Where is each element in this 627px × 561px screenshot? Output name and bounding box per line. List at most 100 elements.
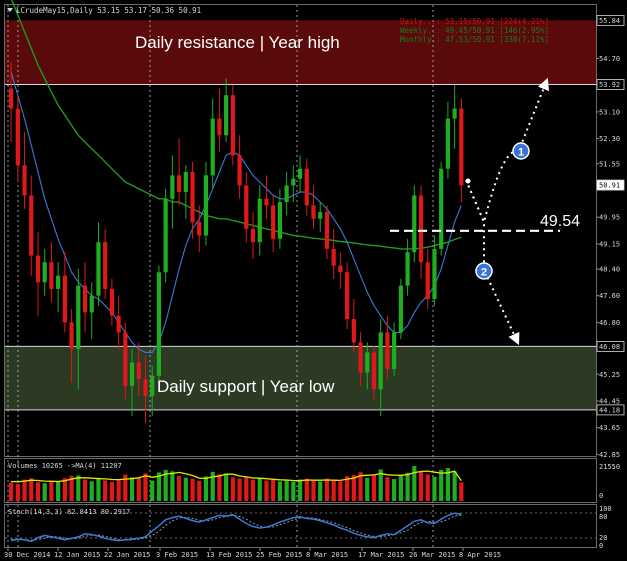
- candle-body: [338, 265, 343, 273]
- volume-bar: [190, 478, 195, 501]
- volume-bar: [49, 480, 54, 501]
- price-tick-label: 54.70: [599, 55, 620, 63]
- candle-body: [418, 195, 424, 263]
- candle-body: [156, 272, 162, 376]
- volume-bar: [284, 480, 289, 501]
- candle-body: [331, 248, 336, 266]
- candle-body: [177, 175, 182, 193]
- volume-bar: [177, 476, 182, 501]
- date-label: 8 Mar 2015: [306, 551, 348, 559]
- candle-body: [217, 118, 222, 136]
- scenario-origin-dot: [465, 178, 471, 184]
- candle-body: [103, 242, 108, 289]
- candle-body: [150, 375, 155, 396]
- stoch-title: Stoch(14,3,3) 82.8413 80.2917: [8, 508, 130, 516]
- candle-body: [163, 198, 168, 273]
- candle-body: [49, 262, 54, 289]
- volume-bar: [136, 478, 141, 501]
- volume-bar: [170, 471, 175, 501]
- info-row-2: Weekly..: 49.45/50.91 [146(2.95%]: [400, 26, 549, 35]
- chart-window: 49.54 1 2 Daily resistance | Year high D…: [0, 0, 627, 561]
- volume-bar: [203, 476, 209, 501]
- volume-bar: [9, 482, 14, 501]
- stoch-scale-bottom: 0: [599, 542, 603, 550]
- volume-bar: [271, 479, 276, 501]
- volume-bar: [116, 479, 121, 501]
- candle-body: [432, 248, 437, 299]
- candle-body: [170, 175, 175, 199]
- candle-body: [136, 362, 141, 380]
- scenario-1-number: 1: [518, 147, 524, 159]
- volume-bar: [338, 481, 343, 501]
- info-row-3: Monthly.: 47.53/50.91 [338(7.11%]: [400, 35, 549, 44]
- price-tick-label: 51.55: [599, 160, 620, 168]
- volume-scale-top: 21550: [599, 463, 620, 471]
- candle-body: [143, 379, 148, 396]
- volume-bar: [418, 471, 424, 501]
- volume-bar: [42, 483, 47, 501]
- volume-bar: [82, 479, 88, 501]
- price-tick-label: 43.65: [599, 424, 620, 432]
- volume-bar: [264, 480, 269, 501]
- candle-body: [210, 118, 215, 176]
- volume-bar: [452, 471, 457, 501]
- volume-bar: [297, 479, 303, 501]
- candle-body: [42, 262, 47, 283]
- candle-body: [439, 168, 444, 249]
- volume-bar: [365, 477, 370, 501]
- volume-bar: [89, 481, 94, 501]
- candle-body: [324, 212, 330, 249]
- info-row-1: Daily...: 53.15/50.91 [224(4.21%]: [400, 17, 549, 26]
- volume-bar: [197, 480, 202, 501]
- volume-bar: [371, 474, 377, 501]
- candle-body: [452, 108, 457, 119]
- date-label: 3 Feb 2015: [156, 551, 198, 559]
- candle-body: [358, 342, 363, 373]
- volume-bar: [311, 480, 316, 501]
- date-label: 17 Mar 2015: [358, 551, 404, 559]
- chart-canvas[interactable]: 49.54 1 2 Daily resistance | Year high D…: [0, 0, 627, 561]
- price-tick-label: 48.40: [599, 266, 620, 274]
- price-tick-label: 49.15: [599, 240, 620, 248]
- candle-body: [190, 172, 195, 223]
- candle-body: [62, 275, 67, 323]
- pivot-label: 49.54: [540, 213, 580, 230]
- volume-bar: [29, 478, 34, 501]
- candle-body: [56, 275, 61, 289]
- candle-body: [15, 108, 20, 166]
- volume-bar: [324, 478, 330, 501]
- volume-bar: [103, 480, 108, 501]
- candle-body: [35, 255, 41, 283]
- price-tick-label: 46.08: [599, 343, 620, 351]
- candle-body: [284, 185, 289, 203]
- support-label: Daily support | Year low: [157, 377, 335, 396]
- volume-bar: [143, 473, 148, 501]
- candle-body: [76, 285, 81, 350]
- candle-body: [277, 202, 282, 239]
- candle-body: [271, 205, 276, 239]
- candle-body: [224, 95, 229, 136]
- current-price-label: 50.91: [599, 182, 620, 190]
- date-label: 13 Feb 2015: [206, 551, 252, 559]
- date-label: 8 Apr 2015: [459, 551, 501, 559]
- volume-bar: [230, 477, 235, 501]
- volume-bar: [291, 481, 296, 501]
- price-tick-label: 47.60: [599, 292, 620, 300]
- candle-body: [412, 195, 417, 253]
- info-panel: Daily...: 53.15/50.91 [224(4.21%]Weekly.…: [400, 17, 549, 44]
- price-tick-label: 49.95: [599, 214, 620, 222]
- volume-bar: [250, 479, 256, 501]
- chart-title: LCrudeMay15,Daily 53.15 53.17 50.36 50.9…: [16, 6, 201, 15]
- candle-body: [183, 172, 188, 193]
- price-tick-label: 45.25: [599, 371, 620, 379]
- date-label: 22 Jan 2015: [104, 551, 150, 559]
- volume-bar: [129, 477, 135, 501]
- volume-bar: [22, 479, 27, 501]
- candle-body: [123, 332, 128, 386]
- candle-body: [459, 108, 464, 186]
- stoch-scale-top: 100: [599, 505, 612, 513]
- candle-body: [29, 195, 34, 256]
- candle-body: [89, 295, 94, 313]
- stoch-scale-20: 20: [599, 534, 607, 542]
- date-label: 25 Feb 2015: [256, 551, 302, 559]
